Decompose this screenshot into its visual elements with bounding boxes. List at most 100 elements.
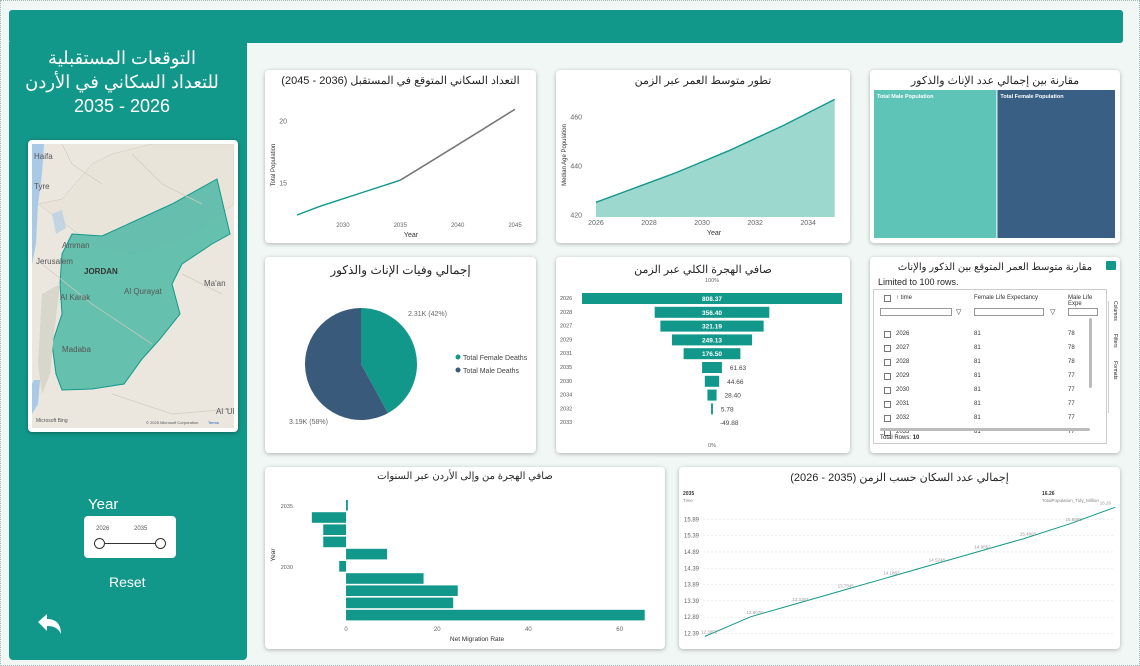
col-time-header[interactable]: ↑ time xyxy=(896,295,912,301)
filter-male-input[interactable] xyxy=(1068,308,1098,316)
median-age-card[interactable]: تطور متوسط العمر عبر الزمن 420 440 460 2026… xyxy=(556,70,850,243)
row-checkbox[interactable] xyxy=(884,359,891,366)
table-row[interactable]: 2030 81 77 xyxy=(874,384,1106,398)
title-line-3: 2026 - 2035 xyxy=(73,96,171,116)
table-row[interactable]: 2028 81 78 xyxy=(874,356,1106,370)
map-visual[interactable]: Tyre Amman Jerusalem JORDAN Al Qurayat A… xyxy=(28,140,238,432)
y-axis-label: Total Population xyxy=(271,144,277,187)
col-male-header[interactable]: Male Life Expe xyxy=(1068,295,1106,307)
table-limit-note: Limited to 100 rows. xyxy=(878,277,959,287)
population-data-label: 16.26 xyxy=(1100,500,1112,505)
table-row[interactable]: 2026 81 78 xyxy=(874,328,1106,342)
median-age-area-chart[interactable]: 420 440 460 2026 2028 2030 2032 2034 Year Median … xyxy=(556,70,850,243)
slicer-end-handle[interactable] xyxy=(155,538,166,549)
migration-bar xyxy=(339,561,347,572)
net-migration-bar-chart[interactable]: 0 20 40 60 Net Migration Rate Year 2035 2030 xyxy=(265,467,665,649)
population-line-chart[interactable]: 12.39 12.89 13.39 13.89 14.39 14.89 15.39 15.89… xyxy=(679,467,1120,649)
funnel-bar xyxy=(707,389,717,401)
col-time-label: time xyxy=(900,295,913,301)
migration-funnel-card[interactable]: صافي الهجرة الكلي عبر الزمن 100% 2026 808.… xyxy=(556,257,850,453)
table-cell: 2027 xyxy=(896,345,910,351)
map-label-tyre: Tyre xyxy=(34,182,50,191)
filter-female-icon[interactable]: ▽ xyxy=(1050,308,1055,316)
map-terms-link[interactable]: Terms xyxy=(208,420,219,425)
forecast-line-chart[interactable]: 15 20 2030 2035 2040 2045 Year Total Population xyxy=(265,70,536,243)
reset-button[interactable]: Reset xyxy=(109,574,146,590)
y-tick-label: 12.39 xyxy=(684,631,700,637)
year-range-slicer[interactable]: 2026 2035 xyxy=(84,516,176,558)
table-row[interactable]: 2027 81 78 xyxy=(874,342,1106,356)
year-slicer-label: Year xyxy=(88,496,119,513)
migration-funnel-chart[interactable]: 100% 2026 808.37 2028 356.40 2027 321.19 2029 24… xyxy=(556,257,850,453)
back-button[interactable] xyxy=(34,610,64,638)
table-row[interactable]: 2032 81 77 xyxy=(874,412,1106,426)
table-cell: 81 xyxy=(974,331,981,337)
y-axis-label: Median Age Population xyxy=(562,124,568,186)
col-female-header[interactable]: Female Life Expectancy xyxy=(974,295,1038,301)
population-data-label: 12.3052 xyxy=(701,629,718,634)
filter-female-input[interactable] xyxy=(974,308,1044,316)
x-tick-label: 2030 xyxy=(694,220,710,227)
table-cell: 81 xyxy=(974,345,981,351)
y-tick-label: 20 xyxy=(279,118,287,125)
table-cell: 78 xyxy=(1068,345,1075,351)
tab-filters[interactable]: Filters xyxy=(1112,334,1118,348)
net-migration-card[interactable]: صافي الهجرة من وإلى الأردن عبر السنوات 0… xyxy=(265,467,665,649)
vertical-scrollbar[interactable] xyxy=(1089,318,1092,388)
row-checkbox[interactable] xyxy=(884,331,891,338)
map-label-jordan: JORDAN xyxy=(84,267,118,276)
population-trend-card[interactable]: إجمالي عدد السكان حسب الزمن (2035 - 2026… xyxy=(679,467,1120,649)
table-row[interactable]: 2031 81 77 xyxy=(874,398,1106,412)
table-cell: 81 xyxy=(974,387,981,393)
tab-columns[interactable]: Columns xyxy=(1112,301,1118,321)
funnel-category: 2035 xyxy=(560,365,572,371)
slicer-to-value[interactable]: 2035 xyxy=(134,526,147,532)
gender-treemap[interactable]: Total Male Population Total Female Popula… xyxy=(870,70,1120,243)
filter-time-input[interactable] xyxy=(880,308,952,316)
table-cell: 81 xyxy=(974,415,981,421)
map-label-haifa: Haifa xyxy=(34,152,53,161)
deaths-pie-chart[interactable]: 2.31K (42%) 3.19K (58%) Total Female Death… xyxy=(265,257,536,453)
funnel-bar xyxy=(711,403,713,415)
dashboard-title: التوقعات المستقبلية للتعداد السكاني في ا… xyxy=(24,46,220,118)
table-header-row: ↑ time Female Life Expectancy Male Life … xyxy=(874,292,1106,307)
funnel-value-label: 808.37 xyxy=(702,296,722,303)
tab-formats[interactable]: Formats xyxy=(1112,361,1118,379)
migration-bar xyxy=(346,585,458,596)
map-canvas[interactable]: Tyre Amman Jerusalem JORDAN Al Qurayat A… xyxy=(32,144,234,428)
funnel-category: 2031 xyxy=(560,351,572,357)
filter-time-icon[interactable]: ▽ xyxy=(956,308,961,316)
slicer-from-value[interactable]: 2026 xyxy=(96,526,109,532)
row-checkbox[interactable] xyxy=(884,401,891,408)
x-tick-label: 2045 xyxy=(508,223,522,229)
table-grid[interactable]: ↑ time Female Life Expectancy Male Life … xyxy=(873,289,1107,444)
x-tick-label: 2040 xyxy=(451,223,465,229)
table-cell: 2028 xyxy=(896,359,910,365)
y-tick-label: 14.89 xyxy=(684,550,700,556)
x-tick-label: 2030 xyxy=(336,223,350,229)
table-cell: 78 xyxy=(1068,331,1075,337)
x-tick-label: 2026 xyxy=(588,220,604,227)
row-checkbox[interactable] xyxy=(884,345,891,352)
funnel-value-label: 5.78 xyxy=(721,406,734,413)
forecast-population-card[interactable]: التعداد السكاني المتوقع في المستقبل (203… xyxy=(265,70,536,243)
tooltip-value-label: TotalPopulation_Tidy_Million xyxy=(1042,498,1099,503)
funnel-value-label: 321.19 xyxy=(702,324,722,331)
row-checkbox[interactable] xyxy=(884,415,891,422)
gender-treemap-card[interactable]: مقارنة بين إجمالي عدد الإناث والذكور Tot… xyxy=(870,70,1120,243)
life-expectancy-table-card[interactable]: مقارنة متوسط العمر المتوقع بين الذكور وا… xyxy=(870,257,1120,453)
slicer-start-handle[interactable] xyxy=(94,538,105,549)
select-all-checkbox[interactable] xyxy=(884,295,891,302)
table-icon[interactable] xyxy=(1106,261,1116,270)
map-brand: Microsoft Bing xyxy=(36,418,68,424)
table-row[interactable]: 2029 81 77 xyxy=(874,370,1106,384)
table-cell: 2032 xyxy=(896,415,910,421)
table-cell: 81 xyxy=(974,401,981,407)
x-axis-label: Year xyxy=(707,230,722,237)
row-checkbox[interactable] xyxy=(884,387,891,394)
migration-bar xyxy=(346,597,454,609)
side-pane-tabs[interactable]: Columns Filters Formats xyxy=(1108,301,1118,413)
row-checkbox[interactable] xyxy=(884,373,891,380)
horizontal-scrollbar[interactable] xyxy=(880,428,1090,431)
deaths-pie-card[interactable]: إجمالي وفيات الإناث والذكور 2.31K (42%) 3… xyxy=(265,257,536,453)
